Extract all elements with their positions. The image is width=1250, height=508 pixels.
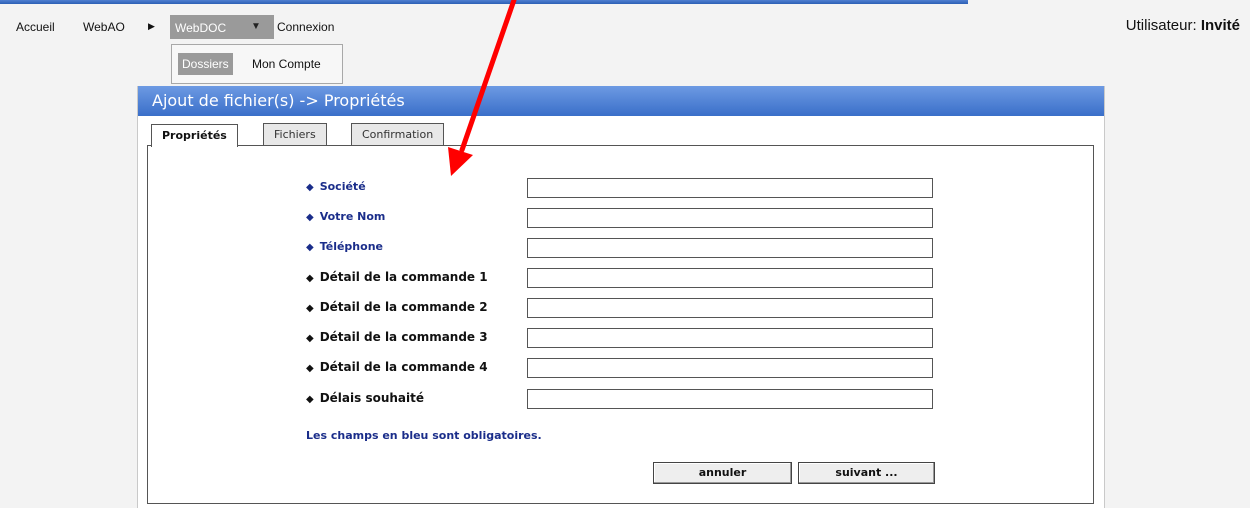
field-label: ◆ Votre Nom xyxy=(306,210,385,223)
field-label-text: Détail de la commande 1 xyxy=(319,270,488,284)
field-label: ◆ Délais souhaité xyxy=(306,391,424,405)
form-row-telephone: ◆ Téléphone xyxy=(306,238,956,260)
top-navigation: Accueil WebAO ▶ WebDOC ▼ Connexion Utili… xyxy=(0,14,1250,44)
submenu-dossiers[interactable]: Dossiers xyxy=(178,53,233,75)
field-label: ◆ Téléphone xyxy=(306,240,383,253)
properties-form: ◆ Société ◆ Votre Nom ◆ Téléphone ◆ Détail d… xyxy=(147,145,1094,504)
bullet-icon: ◆ xyxy=(306,394,314,405)
required-note: Les champs en bleu sont obligatoires. xyxy=(306,429,542,442)
votre-nom-field[interactable] xyxy=(527,208,933,228)
field-label: ◆ Détail de la commande 2 xyxy=(306,300,488,314)
societe-field[interactable] xyxy=(527,178,933,198)
field-label: ◆ Société xyxy=(306,180,366,193)
field-label-text: Délais souhaité xyxy=(319,391,425,405)
bullet-icon: ◆ xyxy=(306,242,314,253)
commande-3-field[interactable] xyxy=(527,328,933,348)
chevron-down-icon: ▼ xyxy=(251,21,261,32)
nav-connexion[interactable]: Connexion xyxy=(277,20,334,34)
nav-webao[interactable]: WebAO xyxy=(83,20,125,34)
commande-1-field[interactable] xyxy=(527,268,933,288)
form-row-delais: ◆ Délais souhaité xyxy=(306,389,956,411)
bullet-icon: ◆ xyxy=(306,303,314,314)
top-accent-bar xyxy=(0,0,968,4)
field-label-text: Société xyxy=(319,180,366,193)
form-row-commande-1: ◆ Détail de la commande 1 xyxy=(306,268,956,290)
bullet-icon: ◆ xyxy=(306,212,314,223)
field-label-text: Téléphone xyxy=(319,240,383,253)
form-row-commande-2: ◆ Détail de la commande 2 xyxy=(306,298,956,320)
submenu-mon-compte[interactable]: Mon Compte xyxy=(252,53,321,75)
commande-4-field[interactable] xyxy=(527,358,933,378)
field-label: ◆ Détail de la commande 3 xyxy=(306,330,488,344)
field-label: ◆ Détail de la commande 1 xyxy=(306,270,488,284)
commande-2-field[interactable] xyxy=(527,298,933,318)
tab-fichiers[interactable]: Fichiers xyxy=(263,123,327,145)
user-indicator: Utilisateur: Invité xyxy=(1126,17,1240,34)
cancel-button[interactable]: annuler xyxy=(653,462,792,484)
field-label-text: Détail de la commande 2 xyxy=(319,300,488,314)
add-files-panel: Ajout de fichier(s) -> Propriétés Fichie… xyxy=(137,86,1105,508)
telephone-field[interactable] xyxy=(527,238,933,258)
form-row-commande-4: ◆ Détail de la commande 4 xyxy=(306,358,956,380)
next-button[interactable]: suivant ... xyxy=(798,462,935,484)
field-label-text: Votre Nom xyxy=(319,210,386,223)
field-label-text: Détail de la commande 4 xyxy=(319,360,488,374)
bullet-icon: ◆ xyxy=(306,182,314,193)
field-label: ◆ Détail de la commande 4 xyxy=(306,360,488,374)
field-label-text: Détail de la commande 3 xyxy=(319,330,488,344)
tab-confirmation[interactable]: Confirmation xyxy=(351,123,445,145)
nav-webdoc[interactable]: WebDOC ▼ xyxy=(170,15,274,39)
bullet-icon: ◆ xyxy=(306,273,314,284)
form-row-commande-3: ◆ Détail de la commande 3 xyxy=(306,328,956,350)
webdoc-submenu: Dossiers Mon Compte xyxy=(171,44,343,84)
form-row-societe: ◆ Société xyxy=(306,178,956,200)
nav-webdoc-label: WebDOC xyxy=(175,21,227,35)
user-label: Utilisateur: xyxy=(1125,17,1197,34)
bullet-icon: ◆ xyxy=(306,363,314,374)
chevron-right-icon[interactable]: ▶ xyxy=(148,21,155,32)
nav-accueil[interactable]: Accueil xyxy=(16,20,55,34)
panel-title: Ajout de fichier(s) -> Propriétés xyxy=(138,86,1104,116)
user-name: Invité xyxy=(1200,17,1240,34)
tab-proprietes[interactable]: Propriétés xyxy=(151,124,238,147)
bullet-icon: ◆ xyxy=(306,333,314,344)
delais-field[interactable] xyxy=(527,389,933,409)
form-row-votre-nom: ◆ Votre Nom xyxy=(306,208,956,230)
